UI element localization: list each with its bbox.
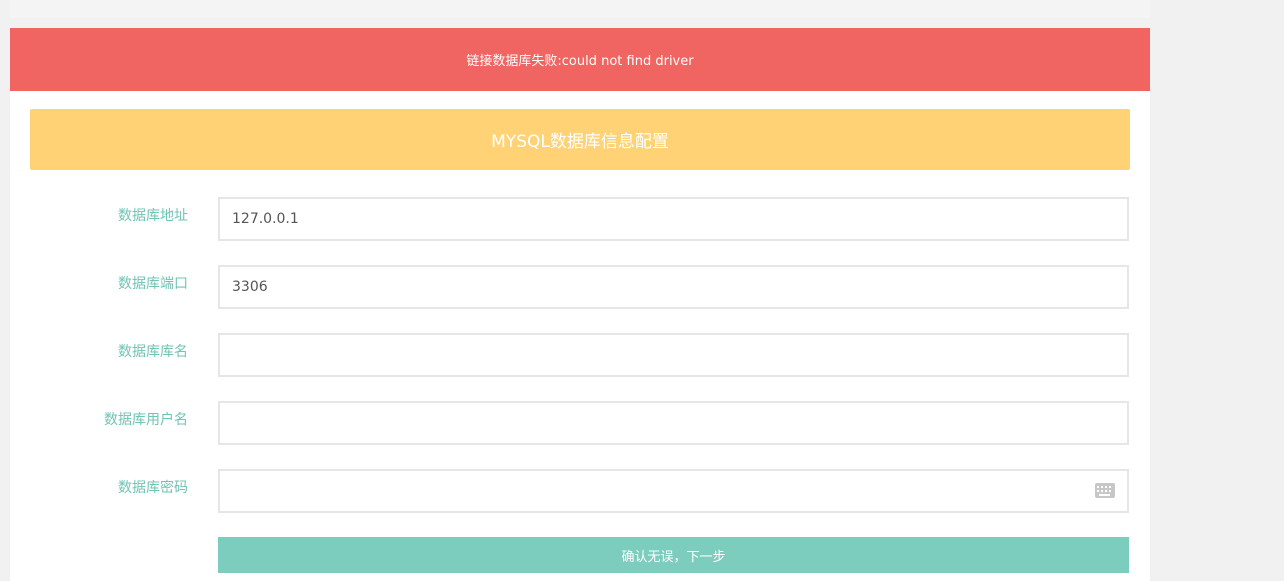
- top-strip: [10, 0, 1150, 18]
- password-input[interactable]: [218, 469, 1129, 513]
- password-label: 数据库密码: [118, 480, 188, 496]
- error-message: 链接数据库失败:could not find driver: [466, 54, 694, 69]
- config-panel: MYSQL数据库信息配置 数据库地址 数据库端口 数据库库名 数据库用户名 数据…: [10, 91, 1150, 581]
- keyboard-icon[interactable]: [1095, 483, 1115, 498]
- form-title: MYSQL数据库信息配置: [30, 109, 1130, 170]
- field-row-port: 数据库端口: [10, 265, 1150, 309]
- field-row-password: 数据库密码: [10, 469, 1150, 513]
- field-row-username: 数据库用户名: [10, 401, 1150, 445]
- port-input[interactable]: [218, 265, 1129, 309]
- username-label: 数据库用户名: [104, 412, 188, 428]
- form-title-text: MYSQL数据库信息配置: [491, 132, 669, 152]
- dbname-input[interactable]: [218, 333, 1129, 377]
- host-label: 数据库地址: [118, 208, 188, 224]
- error-banner: 链接数据库失败:could not find driver: [10, 28, 1150, 91]
- field-row-dbname: 数据库库名: [10, 333, 1150, 377]
- username-input[interactable]: [218, 401, 1129, 445]
- dbname-label: 数据库库名: [118, 344, 188, 360]
- host-input[interactable]: [218, 197, 1129, 241]
- field-row-host: 数据库地址: [10, 197, 1150, 241]
- port-label: 数据库端口: [118, 276, 188, 292]
- submit-button[interactable]: 确认无误，下一步: [218, 537, 1129, 573]
